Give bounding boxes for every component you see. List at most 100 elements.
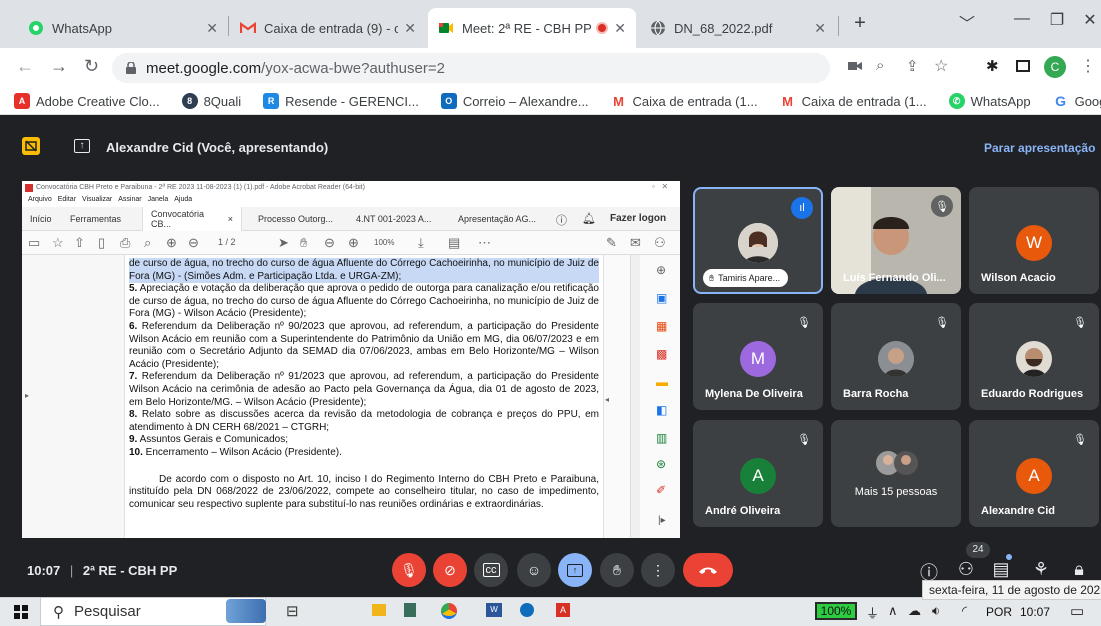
camera-indicator-icon[interactable] (848, 60, 862, 72)
bookmark-google[interactable]: G Google (1053, 93, 1101, 109)
expand-panel-icon[interactable]: |▸ (658, 515, 666, 526)
notifications-icon[interactable]: ▭ (1070, 602, 1084, 620)
participant-tile[interactable]: 🎙︎ M Mylena De Oliveira (693, 303, 823, 410)
help-icon[interactable]: ⓘ (556, 212, 567, 228)
windows-start-icon[interactable] (14, 605, 28, 619)
close-tab-icon[interactable]: ✕ (404, 20, 416, 37)
tab-meet[interactable]: Meet: 2ª RE - CBH PP ✕ (428, 8, 636, 48)
onedrive-icon[interactable]: ☁ (908, 603, 921, 619)
email-icon[interactable]: ✉ (630, 235, 641, 251)
participant-tile[interactable]: 🎙︎ Barra Rocha (831, 303, 961, 410)
word-icon[interactable]: W (486, 603, 502, 617)
new-tab-button[interactable]: + (838, 12, 882, 35)
file-icon[interactable]: ▯ (98, 235, 105, 251)
menu-arquivo[interactable]: Arquivo (28, 196, 52, 207)
share-icon[interactable]: ⇪ (906, 57, 919, 75)
bookmark-gmail-2[interactable]: M Caixa de entrada (1... (780, 93, 926, 109)
task-view-icon[interactable]: ⊟ (286, 602, 299, 620)
menu-janela[interactable]: Janela (148, 196, 169, 207)
organize-pages-icon[interactable]: ▦ (656, 319, 667, 333)
upload-icon[interactable]: ⇧ (74, 235, 85, 251)
hand-tool-icon[interactable]: ✋︎ (300, 235, 307, 251)
close-tab-icon[interactable]: ✕ (206, 20, 218, 37)
participant-tile[interactable]: W Wilson Acacio (969, 187, 1099, 294)
bell-icon[interactable]: 🔔︎ (582, 212, 596, 225)
forward-arrow-icon[interactable]: → (50, 56, 68, 77)
extensions-puzzle-icon[interactable]: ✱ (986, 57, 999, 75)
print-icon[interactable]: ⎙ (120, 235, 130, 251)
compress-icon[interactable]: ⊛ (656, 457, 666, 471)
participant-tile[interactable]: ıl ✋︎ Tamiris Apare... (693, 187, 823, 294)
reactions-button[interactable]: ☺ (517, 553, 551, 587)
right-panel-toggle-icon[interactable]: ◂ (605, 395, 609, 404)
tray-chevron-icon[interactable]: ∧ (888, 603, 898, 619)
acrobat-tab-ferramentas[interactable]: Ferramentas (62, 207, 129, 231)
camera-toggle-button[interactable]: ⊘ (433, 553, 467, 587)
side-panel-icon[interactable] (1016, 60, 1030, 72)
zoom-tool-icon[interactable]: ⊕ (656, 263, 666, 277)
fill-sign-icon[interactable]: ✐ (656, 483, 666, 497)
bookmark-8quali[interactable]: 8 8Quali (181, 93, 241, 109)
tab-pdf[interactable]: DN_68_2022.pdf ✕ (640, 8, 836, 48)
participant-tile[interactable]: 🎙︎ A Alexandre Cid (969, 420, 1099, 527)
wifi-icon[interactable]: ◜ (962, 603, 967, 619)
bookmark-outlook[interactable]: O Correio – Alexandre... (440, 93, 589, 109)
participant-tile[interactable]: 🎙︎ Eduardo Rodrigues (969, 303, 1099, 410)
scrollbar[interactable] (630, 255, 640, 538)
zoom-icon[interactable]: ⌕ (876, 57, 884, 74)
bookmark-resende[interactable]: R Resende - GERENCI... (263, 93, 419, 109)
tab-search-chevron-icon[interactable]: ﹀ (945, 10, 989, 34)
activities-icon[interactable]: ⚘ (1030, 559, 1052, 580)
combine-icon[interactable]: ◧ (656, 403, 667, 417)
menu-assinar[interactable]: Assinar (118, 196, 141, 207)
bookmark-whatsapp[interactable]: ✆ WhatsApp (948, 93, 1031, 109)
close-tab-icon[interactable]: ✕ (614, 20, 626, 37)
leave-call-button[interactable] (683, 553, 733, 587)
page-down-icon[interactable]: ⊖ (188, 235, 199, 251)
login-button[interactable]: Fazer logon (610, 213, 666, 224)
save-icon[interactable]: ▭ (28, 235, 40, 251)
language-indicator[interactable]: POR (986, 605, 1012, 619)
acrobat-tab-nt[interactable]: 4.NT 001-2023 A... (348, 207, 439, 231)
fit-page-icon[interactable]: ⤓ (418, 235, 424, 251)
raise-hand-button[interactable]: ✋︎ (600, 553, 634, 587)
edit-pdf-icon[interactable]: ▥ (656, 431, 667, 445)
volume-icon[interactable]: 🔉︎ (932, 603, 940, 619)
address-bar[interactable]: meet.google.com/yox-acwa-bwe?authuser=2 (112, 53, 830, 83)
back-arrow-icon[interactable]: ← (16, 56, 34, 77)
tab-whatsapp[interactable]: WhatsApp ✕ (18, 8, 228, 48)
host-controls-icon[interactable]: 🔒︎ (1068, 559, 1090, 580)
present-button[interactable]: ↑ (558, 553, 592, 587)
file-explorer-icon[interactable] (372, 604, 386, 616)
more-participants-tile[interactable]: Mais 15 pessoas (831, 420, 961, 527)
battery-indicator[interactable]: 100% (815, 602, 857, 620)
profile-avatar[interactable]: C (1044, 56, 1066, 78)
mic-toggle-button[interactable]: 🎙︎ (392, 553, 426, 587)
calculator-icon[interactable] (404, 603, 416, 617)
chat-icon[interactable]: ▤ (990, 559, 1012, 580)
search-icon[interactable]: ⌕ (144, 235, 151, 251)
stop-presenting-button[interactable]: Parar apresentação (984, 141, 1095, 155)
acrobat-tab-convocatoria[interactable]: Convocatória CB... × (142, 207, 242, 231)
page-up-icon[interactable]: ⊕ (166, 235, 177, 251)
comment-icon[interactable]: ▤ (448, 235, 460, 251)
presentation-paused-icon[interactable] (22, 137, 40, 155)
reload-icon[interactable]: ↻ (84, 56, 99, 77)
comment-tool-icon[interactable]: ▬ (656, 375, 668, 389)
more-options-button[interactable]: ⋮ (641, 553, 675, 587)
more-icon[interactable]: ⋯ (478, 235, 491, 251)
left-panel-toggle-icon[interactable]: ▸ (25, 391, 29, 400)
edge-icon[interactable] (520, 603, 534, 617)
acrobat-tab-inicio[interactable]: Início (22, 207, 60, 231)
bookmark-gmail-1[interactable]: M Caixa de entrada (1... (611, 93, 757, 109)
export-pdf-icon[interactable]: ▣ (656, 291, 667, 305)
acrobat-tab-apresentacao[interactable]: Apresentação AG... (450, 207, 544, 231)
zoom-out-icon[interactable]: ⊖ (324, 235, 335, 251)
menu-ajuda[interactable]: Ajuda (174, 196, 192, 207)
chrome-menu-icon[interactable]: ⋮ (1080, 56, 1096, 76)
taskbar-clock[interactable]: 10:07 (1020, 605, 1050, 619)
menu-visualizar[interactable]: Visualizar (82, 196, 112, 207)
chrome-taskbar-icon[interactable] (441, 603, 457, 619)
create-pdf-icon[interactable]: ▩ (656, 347, 667, 361)
participant-tile[interactable]: 🎙︎ Luís Fernando Oli... (831, 187, 961, 294)
